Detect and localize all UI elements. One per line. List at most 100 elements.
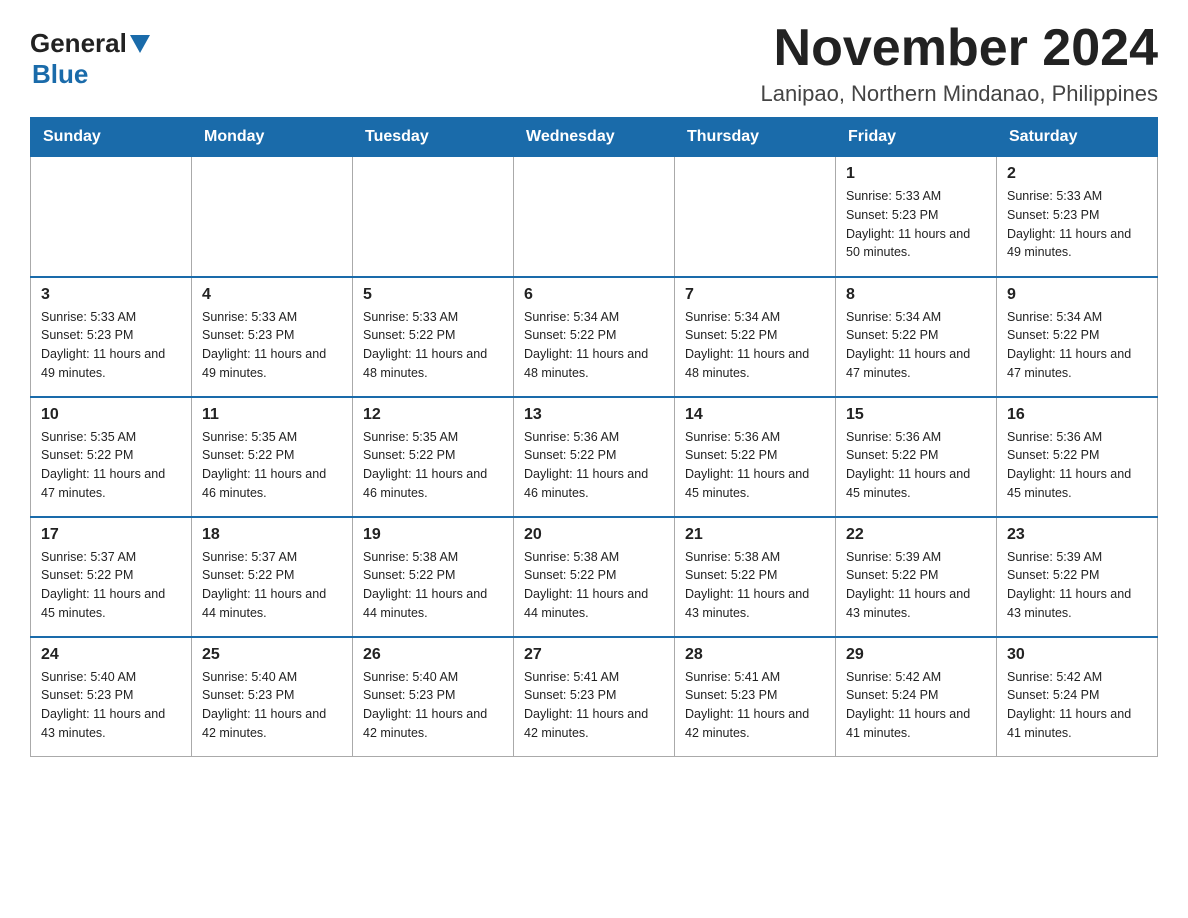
- calendar-cell-w2-d3: 6 Sunrise: 5:34 AMSunset: 5:22 PMDaylight…: [514, 277, 675, 397]
- day-number: 30: [1007, 646, 1147, 664]
- day-number: 11: [202, 406, 342, 424]
- day-info: Sunrise: 5:38 AMSunset: 5:22 PMDaylight:…: [685, 548, 825, 623]
- calendar-cell-w3-d6: 16Sunrise: 5:36 AMSunset: 5:22 PMDayligh…: [997, 397, 1158, 517]
- calendar-cell-w2-d5: 8Sunrise: 5:34 AMSunset: 5:22 PMDaylight…: [836, 277, 997, 397]
- day-info: Sunrise: 5:36 AMSunset: 5:22 PMDaylight:…: [1007, 428, 1147, 503]
- day-number: 15: [846, 406, 986, 424]
- page-title: November 2024: [761, 20, 1158, 77]
- day-number: 10: [41, 406, 181, 424]
- day-info: Sunrise: 5:34 AMSunset: 5:22 PMDaylight:…: [685, 308, 825, 383]
- day-info: Sunrise: 5:40 AMSunset: 5:23 PMDaylight:…: [363, 668, 503, 743]
- day-number: 13: [524, 406, 664, 424]
- logo-general-text: General: [30, 28, 127, 59]
- calendar-cell-w1-d1: [192, 157, 353, 277]
- day-info: Sunrise: 5:35 AMSunset: 5:22 PMDaylight:…: [202, 428, 342, 503]
- day-info: Sunrise: 5:34 AMSunset: 5:22 PMDaylight:…: [524, 308, 664, 383]
- calendar-cell-w4-d3: 20 Sunrise: 5:38 AMSunset: 5:22 PMDayligh…: [514, 517, 675, 637]
- day-info: Sunrise: 5:41 AMSunset: 5:23 PMDaylight:…: [685, 668, 825, 743]
- logo: General Blue: [30, 20, 150, 90]
- page-header: General Blue November 2024 Lanipao, Nort…: [30, 20, 1158, 107]
- calendar-cell-w1-d3: [514, 157, 675, 277]
- day-number: 24: [41, 646, 181, 664]
- day-info: Sunrise: 5:33 AMSunset: 5:23 PMDaylight:…: [1007, 187, 1147, 262]
- day-number: 6: [524, 286, 664, 304]
- day-info: Sunrise: 5:42 AMSunset: 5:24 PMDaylight:…: [1007, 668, 1147, 743]
- page-subtitle: Lanipao, Northern Mindanao, Philippines: [761, 81, 1158, 107]
- day-info: Sunrise: 5:38 AMSunset: 5:22 PMDaylight:…: [524, 548, 664, 623]
- week-row-4: 17 Sunrise: 5:37 AMSunset: 5:22 PMDayligh…: [31, 517, 1158, 637]
- day-info: Sunrise: 5:33 AMSunset: 5:23 PMDaylight:…: [846, 187, 986, 262]
- calendar-cell-w4-d5: 22Sunrise: 5:39 AMSunset: 5:22 PMDayligh…: [836, 517, 997, 637]
- calendar-cell-w5-d2: 26 Sunrise: 5:40 AMSunset: 5:23 PMDayligh…: [353, 637, 514, 757]
- week-row-1: 1 Sunrise: 5:33 AMSunset: 5:23 PMDaylight…: [31, 157, 1158, 277]
- title-section: November 2024 Lanipao, Northern Mindanao…: [761, 20, 1158, 107]
- day-number: 1: [846, 165, 986, 183]
- col-wednesday: Wednesday: [514, 118, 675, 157]
- calendar-cell-w1-d5: 1 Sunrise: 5:33 AMSunset: 5:23 PMDaylight…: [836, 157, 997, 277]
- calendar-cell-w4-d6: 23Sunrise: 5:39 AMSunset: 5:22 PMDayligh…: [997, 517, 1158, 637]
- day-info: Sunrise: 5:41 AMSunset: 5:23 PMDaylight:…: [524, 668, 664, 743]
- calendar-cell-w2-d4: 7 Sunrise: 5:34 AMSunset: 5:22 PMDaylight…: [675, 277, 836, 397]
- calendar-cell-w2-d2: 5 Sunrise: 5:33 AMSunset: 5:22 PMDaylight…: [353, 277, 514, 397]
- day-number: 17: [41, 526, 181, 544]
- calendar-cell-w5-d1: 25Sunrise: 5:40 AMSunset: 5:23 PMDayligh…: [192, 637, 353, 757]
- calendar-cell-w5-d0: 24 Sunrise: 5:40 AMSunset: 5:23 PMDayligh…: [31, 637, 192, 757]
- day-number: 2: [1007, 165, 1147, 183]
- calendar-cell-w1-d4: [675, 157, 836, 277]
- calendar-cell-w5-d4: 28 Sunrise: 5:41 AMSunset: 5:23 PMDayligh…: [675, 637, 836, 757]
- day-info: Sunrise: 5:35 AMSunset: 5:22 PMDaylight:…: [363, 428, 503, 503]
- calendar-cell-w5-d5: 29Sunrise: 5:42 AMSunset: 5:24 PMDayligh…: [836, 637, 997, 757]
- calendar-cell-w1-d2: [353, 157, 514, 277]
- calendar-cell-w3-d1: 11 Sunrise: 5:35 AMSunset: 5:22 PMDayligh…: [192, 397, 353, 517]
- day-info: Sunrise: 5:39 AMSunset: 5:22 PMDaylight:…: [1007, 548, 1147, 623]
- day-info: Sunrise: 5:33 AMSunset: 5:23 PMDaylight:…: [202, 308, 342, 383]
- day-number: 7: [685, 286, 825, 304]
- col-friday: Friday: [836, 118, 997, 157]
- col-tuesday: Tuesday: [353, 118, 514, 157]
- day-info: Sunrise: 5:38 AMSunset: 5:22 PMDaylight:…: [363, 548, 503, 623]
- day-number: 12: [363, 406, 503, 424]
- calendar-cell-w3-d4: 14Sunrise: 5:36 AMSunset: 5:22 PMDayligh…: [675, 397, 836, 517]
- calendar-cell-w2-d0: 3 Sunrise: 5:33 AMSunset: 5:23 PMDaylight…: [31, 277, 192, 397]
- day-number: 25: [202, 646, 342, 664]
- day-info: Sunrise: 5:33 AMSunset: 5:22 PMDaylight:…: [363, 308, 503, 383]
- logo-triangle-icon: [130, 35, 150, 53]
- calendar-cell-w3-d3: 13 Sunrise: 5:36 AMSunset: 5:22 PMDayligh…: [514, 397, 675, 517]
- col-saturday: Saturday: [997, 118, 1158, 157]
- day-number: 26: [363, 646, 503, 664]
- week-row-2: 3 Sunrise: 5:33 AMSunset: 5:23 PMDaylight…: [31, 277, 1158, 397]
- day-number: 3: [41, 286, 181, 304]
- col-thursday: Thursday: [675, 118, 836, 157]
- calendar-cell-w4-d0: 17 Sunrise: 5:37 AMSunset: 5:22 PMDayligh…: [31, 517, 192, 637]
- day-info: Sunrise: 5:35 AMSunset: 5:22 PMDaylight:…: [41, 428, 181, 503]
- calendar-cell-w3-d5: 15Sunrise: 5:36 AMSunset: 5:22 PMDayligh…: [836, 397, 997, 517]
- day-info: Sunrise: 5:36 AMSunset: 5:22 PMDaylight:…: [685, 428, 825, 503]
- week-row-5: 24 Sunrise: 5:40 AMSunset: 5:23 PMDayligh…: [31, 637, 1158, 757]
- calendar-cell-w4-d4: 21Sunrise: 5:38 AMSunset: 5:22 PMDayligh…: [675, 517, 836, 637]
- calendar-cell-w1-d6: 2 Sunrise: 5:33 AMSunset: 5:23 PMDaylight…: [997, 157, 1158, 277]
- calendar-cell-w4-d1: 18Sunrise: 5:37 AMSunset: 5:22 PMDayligh…: [192, 517, 353, 637]
- day-number: 5: [363, 286, 503, 304]
- day-info: Sunrise: 5:36 AMSunset: 5:22 PMDaylight:…: [524, 428, 664, 503]
- col-monday: Monday: [192, 118, 353, 157]
- day-info: Sunrise: 5:33 AMSunset: 5:23 PMDaylight:…: [41, 308, 181, 383]
- day-info: Sunrise: 5:37 AMSunset: 5:22 PMDaylight:…: [41, 548, 181, 623]
- day-info: Sunrise: 5:39 AMSunset: 5:22 PMDaylight:…: [846, 548, 986, 623]
- day-info: Sunrise: 5:40 AMSunset: 5:23 PMDaylight:…: [41, 668, 181, 743]
- day-number: 29: [846, 646, 986, 664]
- col-sunday: Sunday: [31, 118, 192, 157]
- day-number: 8: [846, 286, 986, 304]
- calendar-header-row: Sunday Monday Tuesday Wednesday Thursday…: [31, 118, 1158, 157]
- calendar-cell-w1-d0: [31, 157, 192, 277]
- day-number: 27: [524, 646, 664, 664]
- calendar-cell-w3-d2: 12 Sunrise: 5:35 AMSunset: 5:22 PMDayligh…: [353, 397, 514, 517]
- calendar-table: Sunday Monday Tuesday Wednesday Thursday…: [30, 117, 1158, 757]
- day-info: Sunrise: 5:37 AMSunset: 5:22 PMDaylight:…: [202, 548, 342, 623]
- day-number: 9: [1007, 286, 1147, 304]
- day-number: 19: [363, 526, 503, 544]
- calendar-cell-w5-d3: 27 Sunrise: 5:41 AMSunset: 5:23 PMDayligh…: [514, 637, 675, 757]
- day-number: 20: [524, 526, 664, 544]
- calendar-cell-w3-d0: 10 Sunrise: 5:35 AMSunset: 5:22 PMDayligh…: [31, 397, 192, 517]
- calendar-cell-w2-d1: 4Sunrise: 5:33 AMSunset: 5:23 PMDaylight…: [192, 277, 353, 397]
- day-number: 28: [685, 646, 825, 664]
